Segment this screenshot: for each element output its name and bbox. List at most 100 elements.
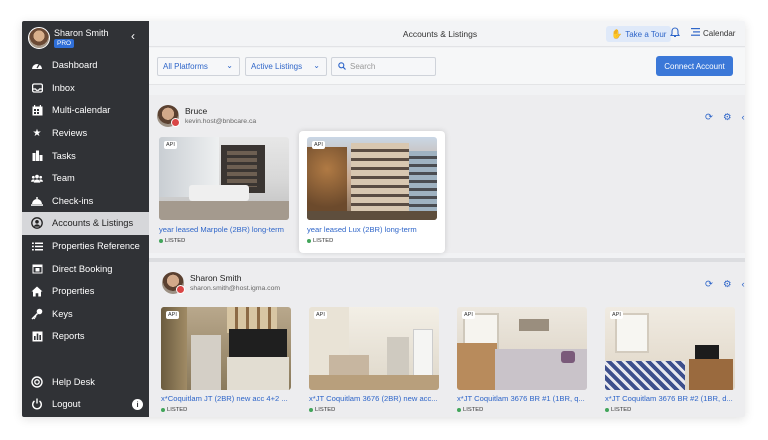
listing-card[interactable]: API x*JT Coquitlam 3676 (2BR) new acc...…	[309, 307, 439, 415]
status-dot	[159, 239, 163, 243]
status-label: LISTED	[165, 238, 186, 244]
listing-title-link[interactable]: x*Coquitlam JT (2BR) new acc 4+2 ...	[161, 394, 293, 403]
booking-icon	[31, 263, 43, 275]
top-bar: Accounts & Listings ✋ Take a Tour Calend…	[149, 21, 745, 47]
account-section: Bruce kevin.host@bnbcare.ca ⟳ ⚙ ‹ API ye…	[149, 95, 745, 253]
listing-card-highlighted[interactable]: API year leased Lux (2BR) long-term LIST…	[299, 131, 445, 253]
sidebar-item-multi-calendar[interactable]: Multi-calendar	[22, 99, 149, 122]
listing-status: LISTED	[307, 238, 333, 244]
account-email: kevin.host@bnbcare.ca	[185, 118, 257, 125]
api-badge: API	[164, 141, 177, 149]
connect-account-button[interactable]: Connect Account	[656, 56, 733, 76]
sidebar-item-keys[interactable]: Keys	[22, 303, 149, 326]
refresh-icon[interactable]: ⟳	[705, 279, 713, 290]
account-actions: ⟳ ⚙ ‹	[705, 112, 745, 123]
reports-icon	[31, 330, 43, 342]
info-icon[interactable]: i	[132, 399, 143, 410]
listing-photo[interactable]: API	[307, 137, 437, 220]
listing-photo[interactable]: API	[159, 137, 289, 220]
listing-photo[interactable]: API	[605, 307, 735, 390]
sidebar-item-reports[interactable]: Reports	[22, 325, 149, 348]
sidebar-item-inbox[interactable]: Inbox	[22, 77, 149, 100]
account-section: Sharon Smith sharon.smith@host.igma.com …	[149, 262, 745, 417]
listing-title-link[interactable]: year leased Marpole (2BR) long-term	[159, 225, 291, 234]
listing-title-link[interactable]: x*JT Coquitlam 3676 (2BR) new acc...	[309, 394, 441, 403]
inbox-icon	[31, 82, 43, 94]
sidebar-item-label: Check-ins	[52, 195, 94, 206]
help-desk-link[interactable]: Help Desk	[22, 371, 149, 393]
status-label: LISTED	[463, 407, 484, 413]
sidebar-item-properties[interactable]: Properties	[22, 280, 149, 303]
api-badge: API	[462, 311, 475, 319]
sidebar-item-label: Team	[52, 173, 75, 184]
listing-photo[interactable]: API	[309, 307, 439, 390]
notifications-bell-icon[interactable]	[669, 27, 681, 41]
api-badge: API	[312, 141, 325, 149]
account-actions: ⟳ ⚙ ‹	[705, 279, 745, 290]
hand-wave-icon: ✋	[611, 28, 623, 39]
take-a-tour-button[interactable]: ✋ Take a Tour	[606, 26, 672, 42]
calendar-label: Calendar	[703, 28, 736, 38]
listing-title-link[interactable]: year leased Lux (2BR) long-term	[307, 225, 439, 234]
sidebar-item-label: Multi-calendar	[52, 105, 111, 116]
status-dot	[605, 408, 609, 412]
house-icon	[31, 285, 43, 297]
sidebar-item-accounts-listings[interactable]: Accounts & Listings	[22, 212, 149, 235]
tasks-icon	[31, 150, 43, 162]
help-icon	[31, 376, 43, 388]
power-icon	[31, 398, 43, 410]
platform-dropdown[interactable]: All Platforms ⌄	[157, 57, 240, 76]
listing-title-link[interactable]: x*JT Coquitlam 3676 BR #1 (1BR, q...	[457, 394, 589, 403]
account-email: sharon.smith@host.igma.com	[190, 285, 281, 292]
platform-badge-icon	[171, 118, 180, 127]
sidebar-nav: Dashboard Inbox Multi-calendar ★ Reviews	[22, 54, 149, 348]
star-icon: ★	[32, 127, 42, 139]
sidebar-item-properties-reference[interactable]: Properties Reference	[22, 235, 149, 258]
account-name: Bruce	[185, 106, 208, 116]
account-name: Sharon Smith	[190, 273, 242, 283]
sidebar-item-direct-booking[interactable]: Direct Booking	[22, 257, 149, 280]
gear-icon[interactable]: ⚙	[723, 112, 732, 123]
sidebar-item-tasks[interactable]: Tasks	[22, 144, 149, 167]
search-icon	[338, 61, 346, 72]
listing-title-link[interactable]: x*JT Coquitlam 3676 BR #2 (1BR, d...	[605, 394, 737, 403]
account-icon	[31, 217, 43, 230]
status-dot	[457, 408, 461, 412]
listing-status: LISTED	[605, 407, 631, 413]
listing-photo[interactable]: API	[457, 307, 587, 390]
listing-status-dropdown[interactable]: Active Listings ⌄	[245, 57, 327, 76]
sidebar-item-team[interactable]: Team	[22, 167, 149, 190]
status-dot	[309, 408, 313, 412]
search-input[interactable]: Search	[331, 57, 436, 76]
collapse-sidebar-icon[interactable]: ‹	[131, 29, 135, 43]
listing-status: LISTED	[457, 407, 483, 413]
listing-card[interactable]: API x*JT Coquitlam 3676 BR #2 (1BR, d...…	[605, 307, 735, 415]
chevron-left-icon[interactable]: ‹	[742, 279, 745, 290]
avatar	[28, 27, 50, 49]
refresh-icon[interactable]: ⟳	[705, 112, 713, 123]
sidebar-item-dashboard[interactable]: Dashboard	[22, 54, 149, 77]
listing-card[interactable]: API x*Coquitlam JT (2BR) new acc 4+2 ...…	[161, 307, 291, 415]
search-placeholder: Search	[350, 62, 376, 71]
sidebar-item-label: Keys	[52, 308, 73, 319]
sidebar-item-check-ins[interactable]: Check-ins	[22, 190, 149, 213]
listing-card[interactable]: API year leased Marpole (2BR) long-term …	[159, 137, 289, 247]
calendar-link[interactable]: Calendar	[691, 28, 735, 38]
take-a-tour-label: Take a Tour	[625, 29, 667, 39]
calendar-list-icon	[691, 28, 700, 38]
listing-photo[interactable]: API	[161, 307, 291, 390]
sidebar-item-reviews[interactable]: ★ Reviews	[22, 122, 149, 145]
dashboard-icon	[31, 59, 43, 71]
logout-link[interactable]: Logout i	[22, 393, 149, 415]
chevron-left-icon[interactable]: ‹	[742, 112, 745, 123]
sidebar-item-label: Tasks	[52, 150, 76, 161]
bell-desk-icon	[31, 195, 43, 207]
listing-card[interactable]: API x*JT Coquitlam 3676 BR #1 (1BR, q...…	[457, 307, 587, 415]
status-label: LISTED	[315, 407, 336, 413]
calendar-grid-icon	[31, 104, 43, 116]
gear-icon[interactable]: ⚙	[723, 279, 732, 290]
api-badge: API	[610, 311, 623, 319]
sidebar-item-label: Inbox	[52, 82, 75, 93]
team-icon	[31, 172, 43, 184]
user-profile[interactable]: Sharon Smith PRO ‹	[22, 21, 149, 53]
